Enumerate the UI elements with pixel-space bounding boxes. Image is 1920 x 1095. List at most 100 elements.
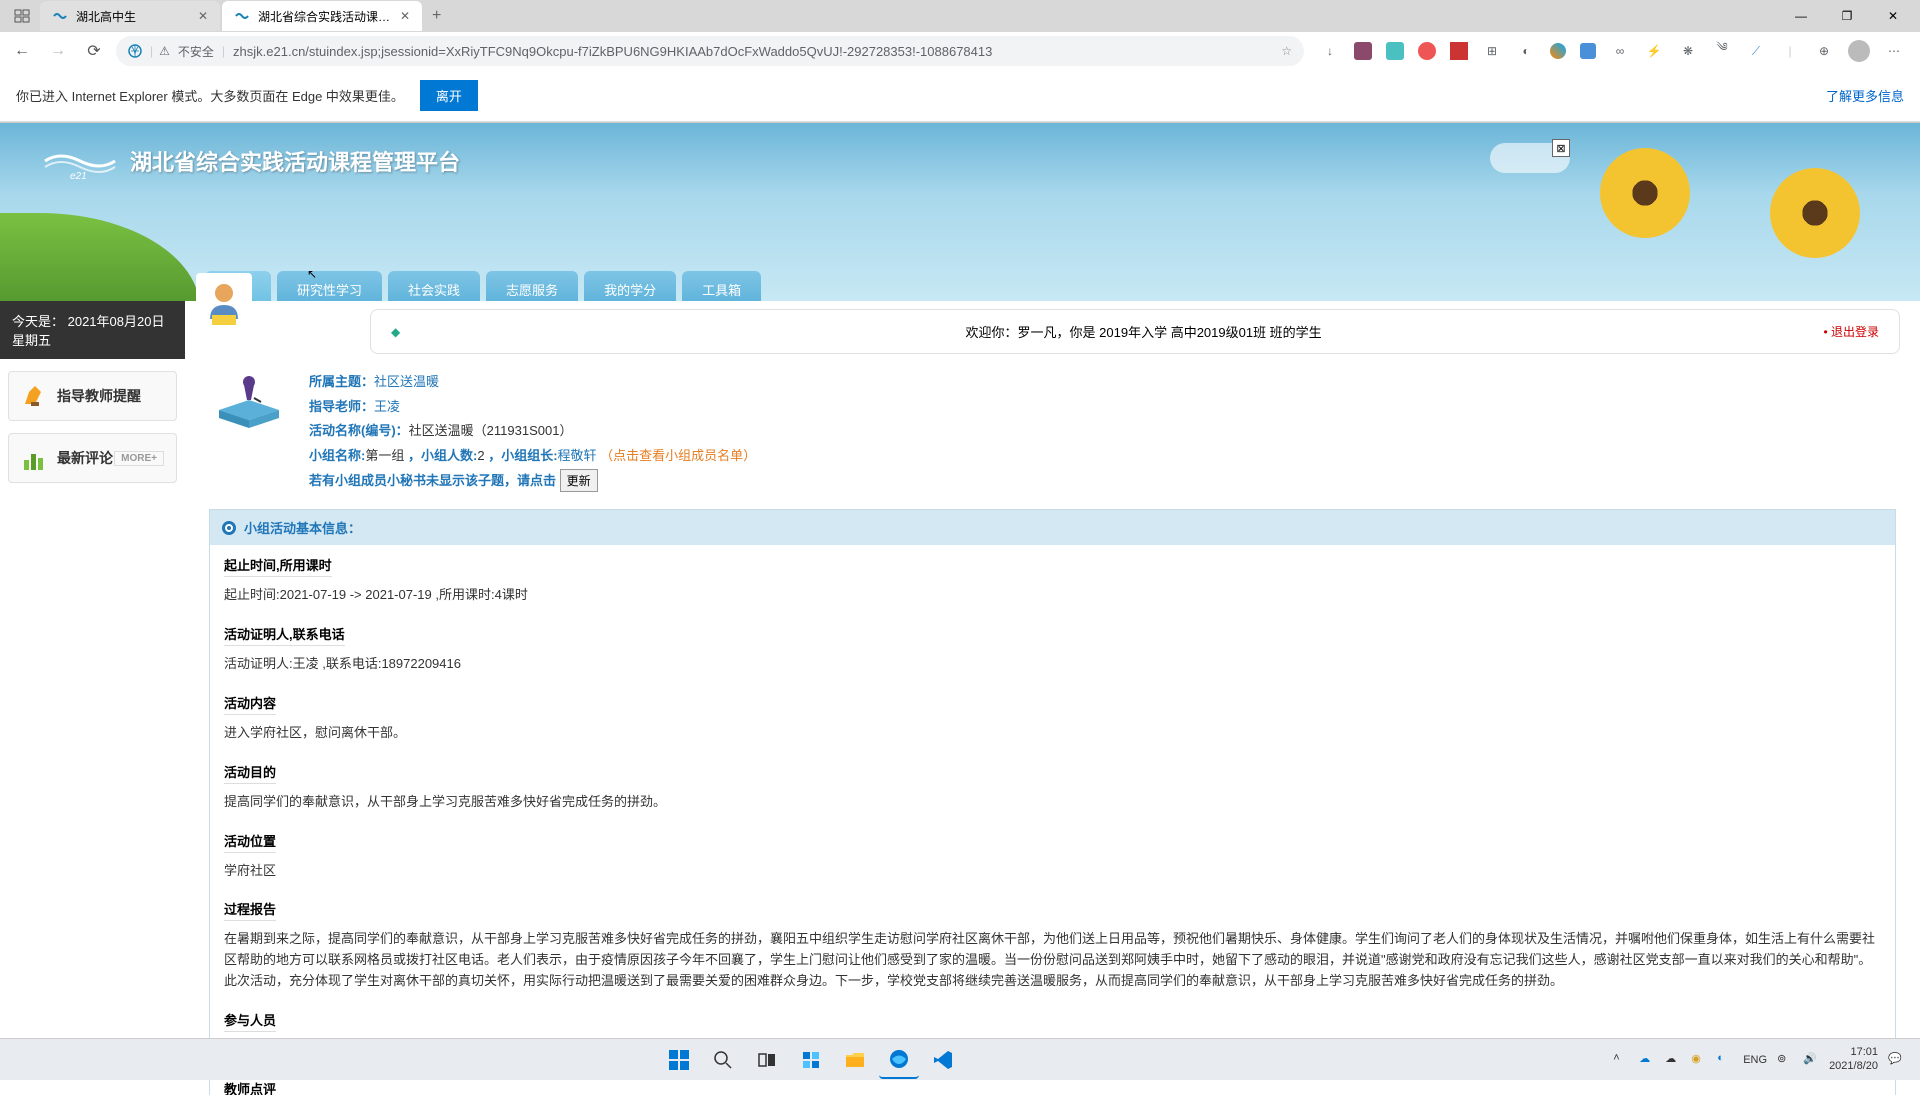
search-icon[interactable] [703, 1041, 743, 1079]
separator: | [222, 44, 225, 58]
nav-credits[interactable]: 我的学分 [584, 271, 676, 303]
view-members-link[interactable]: （点击查看小组成员名单） [600, 448, 756, 463]
ext-icon-11[interactable]: ❋ [1678, 41, 1698, 61]
leader-name[interactable]: 程敬轩 [558, 448, 597, 463]
tab-inactive[interactable]: 湖北高中生 ✕ [40, 1, 220, 31]
participants-label: 参与人员 [224, 1010, 276, 1032]
teacher-value[interactable]: 王凌 [374, 399, 400, 414]
ext-icon-7[interactable] [1550, 43, 1566, 59]
leader-label: ，小组组长: [488, 448, 557, 463]
ext-icon-12[interactable]: ༄ [1712, 41, 1732, 61]
site-container: ⊠ e21 湖北省综合实践活动课程管理平台 ↖ 首页 研究性学习 社会实践 志愿… [0, 123, 1920, 1095]
ext-icon-10[interactable]: ⚡ [1644, 41, 1664, 61]
purpose-value: 提高同学们的奉献意识，从干部身上学习克服苦难多快好省完成任务的拼劲。 [224, 788, 1881, 817]
onedrive-icon[interactable]: ☁ [1639, 1052, 1655, 1068]
activity-value: 社区送温暖（211931S001） [409, 423, 573, 438]
site-header: e21 湖北省综合实践活动课程管理平台 [40, 141, 460, 181]
tab-bar: 湖北高中生 ✕ 湖北省综合实践活动课程管理平 ✕ + — ❐ ✕ [0, 0, 1920, 32]
minimize-button[interactable]: — [1778, 0, 1824, 32]
back-button[interactable]: ← [8, 37, 36, 65]
ext-icon-2[interactable] [1386, 42, 1404, 60]
witness-value: 活动证明人:王凌 ,联系电话:18972209416 [224, 650, 1881, 679]
taskview-icon[interactable] [747, 1041, 787, 1079]
tab-title: 湖北省综合实践活动课程管理平 [258, 8, 392, 25]
weather-icon[interactable]: ☁ [1665, 1052, 1681, 1068]
forward-button: → [44, 37, 72, 65]
book-icon [209, 370, 289, 430]
start-button[interactable] [659, 1041, 699, 1079]
security-text: 不安全 [178, 43, 214, 60]
close-button[interactable]: ✕ [1870, 0, 1916, 32]
more-link[interactable]: MORE+ [114, 451, 164, 466]
maximize-button[interactable]: ❐ [1824, 0, 1870, 32]
update-button[interactable]: 更新 [560, 469, 598, 492]
witness-label: 活动证明人,联系电话 [224, 624, 345, 646]
tray-icon-a[interactable]: ◉ [1691, 1052, 1707, 1068]
url-text: zhsjk.e21.cn/stuindex.jsp;jsessionid=XxR… [233, 44, 1281, 59]
menu-icon[interactable]: ⋯ [1884, 41, 1904, 61]
wifi-icon[interactable]: ⊚ [1777, 1052, 1793, 1068]
tab-title: 湖北高中生 [76, 8, 190, 25]
user-avatar [196, 273, 252, 329]
refresh-button[interactable]: ⟳ [80, 37, 108, 65]
separator: | [150, 44, 153, 58]
edge-icon[interactable] [879, 1041, 919, 1079]
content-wrapper: 今天是： 2021年08月20日星期五 指导教师提醒 最新评论 MORE+ [0, 301, 1920, 1095]
ext-icon-9[interactable]: ∞ [1610, 41, 1630, 61]
widgets-icon[interactable] [791, 1041, 831, 1079]
tab-close-icon[interactable]: ✕ [400, 9, 410, 23]
ext-icon-1[interactable] [1354, 42, 1372, 60]
toolbar-extensions: ↓ ⊞ ◐ ∞ ⚡ ❋ ༄ ⟋ | ⊕ ⋯ [1312, 40, 1912, 62]
location-label: 活动位置 [224, 831, 276, 853]
ime-indicator[interactable]: ENG [1743, 1054, 1767, 1066]
url-field[interactable]: | ⚠ 不安全 | zhsjk.e21.cn/stuindex.jsp;jses… [116, 36, 1304, 66]
ext-icon-13[interactable]: ⟋ [1746, 41, 1766, 61]
nav-volunteer[interactable]: 志愿服务 [486, 271, 578, 303]
clock[interactable]: 17:01 2021/8/20 [1829, 1046, 1878, 1072]
ext-icon-5[interactable]: ⊞ [1482, 41, 1502, 61]
nav-social[interactable]: 社会实践 [388, 271, 480, 303]
volume-icon[interactable]: 🔊 [1803, 1052, 1819, 1068]
group-label: 小组名称: [309, 448, 365, 463]
left-sidebar: 今天是： 2021年08月20日星期五 指导教师提醒 最新评论 MORE+ [0, 301, 185, 1095]
notifications-icon[interactable]: 💬 [1888, 1052, 1904, 1068]
tab-actions-icon[interactable] [4, 8, 40, 24]
comments-title: 最新评论 [57, 448, 113, 468]
header-banner: ⊠ e21 湖北省综合实践活动课程管理平台 ↖ 首页 研究性学习 社会实践 志愿… [0, 123, 1920, 303]
leave-ie-button[interactable]: 离开 [420, 80, 478, 111]
nav-tools[interactable]: 工具箱 [682, 271, 761, 303]
date-text: 2021/8/20 [1829, 1060, 1878, 1073]
new-tab-button[interactable]: + [424, 3, 449, 29]
collections-icon[interactable]: ⊕ [1814, 41, 1834, 61]
profile-icon[interactable] [1848, 40, 1870, 62]
ext-icon-8[interactable] [1580, 43, 1596, 59]
members-label: ，小组人数: [408, 448, 477, 463]
site-logo: e21 [40, 141, 120, 181]
reminder-header: 指导教师提醒 [9, 372, 176, 420]
cursor-icon: ↖ [307, 267, 317, 281]
sunflower-decoration [1770, 168, 1860, 258]
favorite-icon[interactable]: ☆ [1281, 44, 1292, 58]
site-title: 湖北省综合实践活动课程管理平台 [130, 145, 460, 177]
ext-icon-3[interactable] [1418, 42, 1436, 60]
ext-icon-4[interactable] [1450, 42, 1468, 60]
ext-icon-6[interactable]: ◐ [1516, 41, 1536, 61]
tab-active[interactable]: 湖北省综合实践活动课程管理平 ✕ [222, 1, 422, 31]
ie-notice-text: 你已进入 Internet Explorer 模式。大多数页面在 Edge 中效… [16, 86, 404, 105]
vscode-icon[interactable] [923, 1041, 963, 1079]
tray-chevron-icon[interactable]: ˄ [1613, 1052, 1629, 1068]
block-title: 小组活动基本信息： [244, 518, 361, 537]
logout-link[interactable]: 退出登录 [1823, 323, 1879, 340]
bars-icon [21, 444, 49, 472]
close-banner-icon[interactable]: ⊠ [1552, 139, 1570, 157]
tab-close-icon[interactable]: ✕ [198, 9, 208, 23]
tray-icon-b[interactable]: ◐ [1717, 1052, 1733, 1068]
topic-value[interactable]: 社区送温暖 [374, 374, 439, 389]
explorer-icon[interactable] [835, 1041, 875, 1079]
reminder-title: 指导教师提醒 [57, 386, 141, 406]
learn-more-link[interactable]: 了解更多信息 [1826, 86, 1904, 105]
nav-research[interactable]: 研究性学习 [277, 271, 382, 303]
download-icon[interactable]: ↓ [1320, 41, 1340, 61]
block-body: 起止时间,所用课时 起止时间:2021-07-19 -> 2021-07-19 … [210, 545, 1895, 1095]
location-value: 学府社区 [224, 857, 1881, 886]
